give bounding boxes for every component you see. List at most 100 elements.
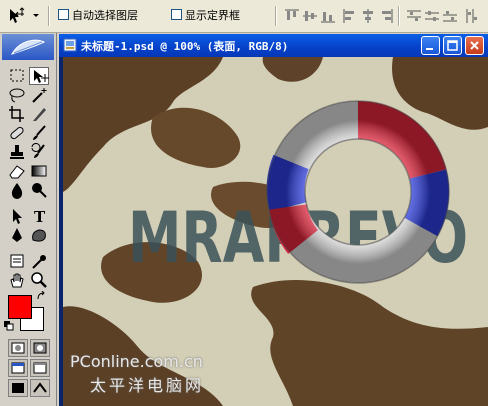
history-brush-tool[interactable] — [29, 143, 49, 161]
standard-mode-button[interactable] — [8, 339, 28, 357]
crop-icon — [9, 106, 24, 122]
magic-wand-icon — [32, 88, 47, 103]
align-bottom-icon — [321, 12, 335, 23]
crop-tool[interactable] — [7, 105, 27, 123]
distribute-left-button[interactable] — [464, 8, 480, 24]
align-top-icon — [285, 9, 299, 20]
distribute-bottom-icon — [443, 11, 457, 22]
full-screen-icon — [12, 383, 24, 393]
move-icon — [10, 7, 39, 23]
magnifier-icon — [31, 272, 47, 288]
pen-tool[interactable] — [7, 226, 27, 244]
separator — [48, 6, 50, 26]
show-bounding-box-label: 显示定界框 — [185, 9, 240, 22]
full-screen-menu-mode-button[interactable] — [30, 359, 50, 377]
distribute-top-icon — [407, 10, 421, 21]
align-left-icon — [343, 9, 354, 23]
quick-mask-button[interactable] — [30, 339, 50, 357]
eyedropper-icon — [32, 255, 46, 269]
document-window: 未标题-1.psd @ 100% (表面, RGB/8) MRAPREVO — [59, 34, 488, 406]
imageready-icon — [33, 382, 47, 393]
jump-to-imageready-button[interactable] — [30, 379, 50, 397]
show-bounding-box-checkbox[interactable] — [171, 9, 182, 20]
separator — [398, 6, 400, 26]
gradient-tool[interactable] — [29, 162, 49, 180]
align-bottom-edges-button[interactable] — [320, 8, 336, 24]
foreground-color-swatch[interactable] — [8, 295, 32, 319]
custom-shape-icon — [32, 229, 46, 242]
close-icon — [470, 41, 479, 50]
history-brush-icon — [31, 143, 45, 158]
eraser-tool[interactable] — [7, 162, 27, 180]
toolbox: T — [0, 33, 57, 406]
distribute-bottom-button[interactable] — [442, 8, 458, 24]
align-left-edges-button[interactable] — [342, 8, 358, 24]
type-icon: T — [34, 208, 46, 225]
brush-tool[interactable] — [29, 124, 49, 142]
auto-select-layer-label: 自动选择图层 — [72, 9, 138, 22]
full-screen-menu-icon — [33, 362, 47, 374]
blur-tool[interactable] — [7, 181, 27, 199]
eyedropper-tool[interactable] — [29, 252, 49, 270]
default-colors-icon[interactable] — [4, 321, 14, 331]
type-tool[interactable]: T — [29, 207, 49, 225]
path-selection-tool[interactable] — [7, 207, 27, 225]
maximize-icon — [447, 40, 458, 51]
lasso-icon — [9, 88, 25, 103]
minimize-icon — [426, 48, 433, 50]
slice-tool[interactable] — [29, 105, 49, 123]
distribute-vcenter-button[interactable] — [424, 8, 440, 24]
watermark-url: PConline.com.cn — [70, 352, 203, 371]
healing-brush-tool[interactable] — [7, 124, 27, 142]
align-horizontal-centers-button[interactable] — [360, 8, 376, 24]
notes-icon — [10, 254, 24, 268]
dodge-tool[interactable] — [29, 181, 49, 199]
clone-stamp-tool[interactable] — [7, 143, 27, 161]
arrow-icon — [13, 209, 22, 224]
screen-mode-icon — [11, 362, 25, 374]
svg-text:T: T — [34, 208, 46, 225]
align-vcenter-icon — [303, 11, 317, 21]
toolbox-header — [2, 34, 54, 60]
close-button[interactable] — [465, 36, 484, 55]
align-right-icon — [382, 9, 393, 23]
pen-icon — [12, 228, 22, 242]
auto-select-layer-checkbox[interactable] — [58, 9, 69, 20]
standard-screen-mode-button[interactable] — [8, 359, 28, 377]
shape-tool[interactable] — [29, 226, 49, 244]
feather-logo-icon — [10, 39, 46, 55]
move-tool[interactable] — [29, 67, 49, 85]
eraser-icon — [9, 165, 25, 179]
brush-icon — [33, 125, 46, 140]
align-top-edges-button[interactable] — [284, 8, 300, 24]
zoom-tool[interactable] — [29, 271, 49, 289]
marquee-tool[interactable] — [7, 67, 27, 85]
full-screen-mode-button[interactable] — [8, 379, 28, 397]
separator — [275, 6, 277, 26]
lasso-tool[interactable] — [7, 86, 27, 104]
bandage-icon — [10, 126, 24, 140]
hand-tool[interactable] — [7, 271, 27, 289]
minimize-button[interactable] — [421, 36, 440, 55]
drop-icon — [11, 183, 23, 199]
hand-icon — [10, 273, 24, 288]
document-titlebar[interactable]: 未标题-1.psd @ 100% (表面, RGB/8) — [59, 34, 488, 57]
dodge-icon — [32, 183, 47, 198]
stamp-icon — [10, 145, 24, 159]
notes-tool[interactable] — [7, 252, 27, 270]
distribute-top-button[interactable] — [406, 8, 422, 24]
align-hcenter-icon — [363, 9, 373, 23]
align-vertical-centers-button[interactable] — [302, 8, 318, 24]
watermark-site-name: 太平洋电脑网 — [90, 376, 205, 395]
marquee-icon — [10, 69, 24, 82]
swap-colors-icon[interactable] — [36, 291, 46, 301]
move-icon — [34, 70, 49, 83]
magic-wand-tool[interactable] — [29, 86, 49, 104]
distribute-vcenter-icon — [425, 11, 439, 21]
align-right-edges-button[interactable] — [378, 8, 394, 24]
standard-mode-icon — [11, 342, 25, 354]
distribute-left-icon — [466, 9, 477, 23]
move-tool-preset-picker[interactable] — [6, 6, 42, 26]
quick-mask-icon — [33, 342, 47, 354]
maximize-button[interactable] — [443, 36, 462, 55]
